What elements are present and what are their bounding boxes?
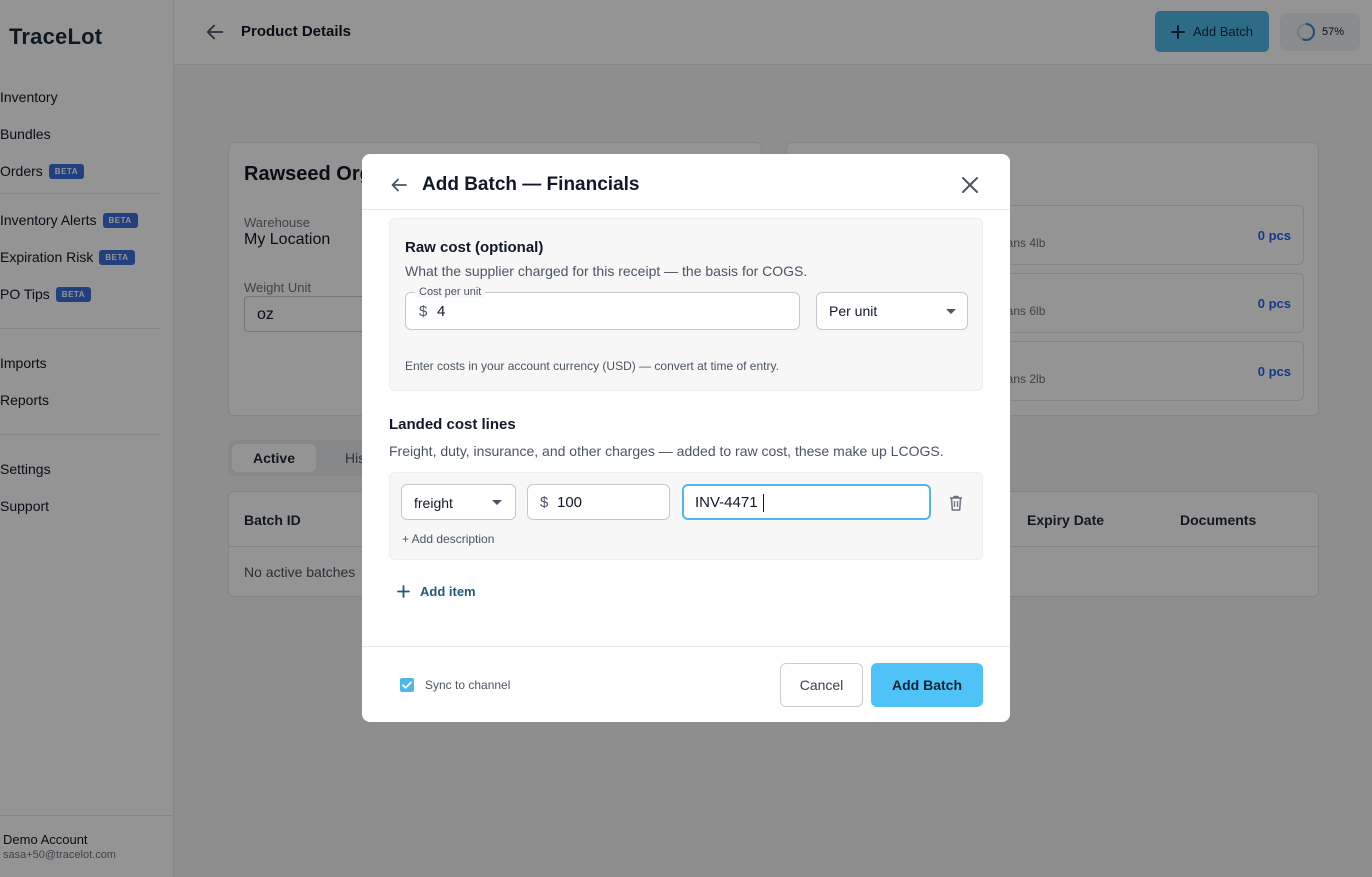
- add-item-label: Add item: [420, 583, 476, 599]
- add-description-link[interactable]: + Add description: [402, 532, 494, 546]
- trash-icon[interactable]: [949, 495, 963, 511]
- dialog-title: Add Batch — Financials: [422, 174, 640, 195]
- add-batch-submit-button[interactable]: Add Batch: [871, 663, 983, 707]
- dialog-header: Add Batch — Financials: [362, 154, 1010, 210]
- chevron-down-icon: [492, 500, 502, 505]
- cost-per-unit-value: 4: [437, 303, 446, 320]
- cost-per-unit-label: Cost per unit: [415, 286, 486, 298]
- landed-cost-description: Freight, duty, insurance, and other char…: [389, 443, 944, 459]
- landed-cost-line: freight $ 100 INV-4471 + Add description: [389, 472, 983, 560]
- sync-to-channel-checkbox[interactable]: [400, 678, 414, 692]
- raw-cost-title: Raw cost (optional): [405, 239, 544, 256]
- text-cursor: [763, 494, 764, 512]
- sync-to-channel-label: Sync to channel: [425, 678, 511, 692]
- currency-prefix: $: [419, 303, 428, 320]
- cost-amount-field[interactable]: $ 100: [527, 484, 670, 520]
- close-icon[interactable]: [960, 175, 980, 195]
- cost-type-value: freight: [414, 495, 453, 511]
- dialog-footer: Sync to channel Cancel Add Batch: [362, 646, 1010, 722]
- add-item-button[interactable]: Add item: [389, 572, 481, 610]
- raw-cost-description: What the supplier charged for this recei…: [405, 263, 808, 279]
- raw-cost-section: Raw cost (optional) What the supplier ch…: [389, 218, 983, 391]
- cost-unit-value: Per unit: [829, 303, 878, 319]
- plus-icon: [397, 584, 410, 598]
- cost-per-unit-field[interactable]: Cost per unit $ 4: [405, 286, 800, 330]
- cost-type-select[interactable]: freight: [401, 484, 516, 520]
- currency-helper-text: Enter costs in your account currency (US…: [405, 359, 779, 373]
- back-arrow-icon[interactable]: [390, 176, 408, 194]
- cost-reference-input[interactable]: INV-4471: [682, 484, 931, 520]
- currency-prefix: $: [540, 494, 549, 511]
- add-batch-financials-dialog: Add Batch — Financials Raw cost (optiona…: [362, 154, 1010, 722]
- cost-unit-select[interactable]: Per unit: [816, 292, 968, 330]
- cost-reference-value: INV-4471: [695, 494, 758, 511]
- checkmark-icon: [402, 681, 412, 689]
- cost-amount-value: 100: [557, 494, 583, 511]
- landed-cost-title: Landed cost lines: [389, 416, 516, 433]
- cancel-button[interactable]: Cancel: [780, 663, 863, 707]
- chevron-down-icon: [946, 309, 956, 314]
